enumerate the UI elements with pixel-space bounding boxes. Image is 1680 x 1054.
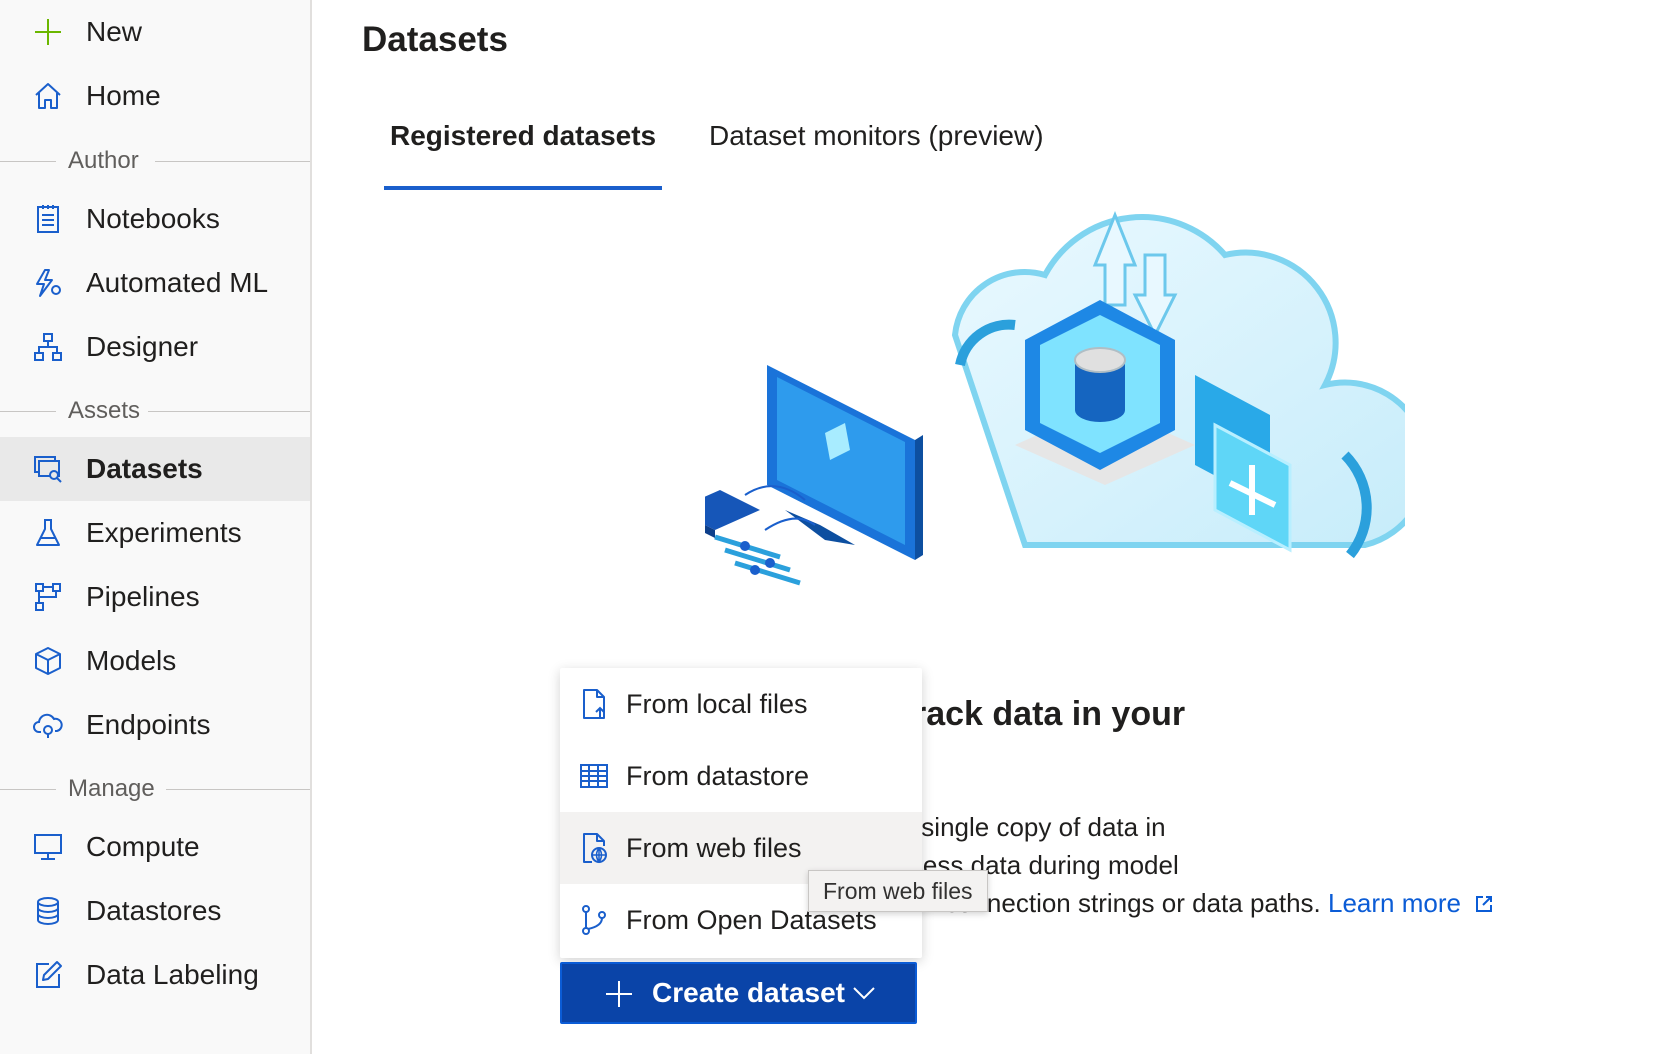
file-upload-icon [583, 689, 605, 719]
menu-item-label: From web files [626, 833, 802, 863]
section-divider [166, 789, 310, 790]
nav-models-label: Models [86, 645, 177, 676]
cube-icon [35, 647, 61, 675]
notebook-icon [37, 205, 59, 233]
branch-icon [582, 905, 606, 935]
section-divider [0, 411, 56, 412]
nav-pipelines[interactable]: Pipelines [0, 565, 310, 629]
nav-compute[interactable]: Compute [0, 815, 310, 879]
external-link-icon [1476, 896, 1493, 912]
nav-designer[interactable]: Designer [0, 315, 310, 379]
page-title: Datasets [362, 20, 508, 59]
learn-more-label: Learn more [1328, 888, 1461, 918]
left-nav-sidebar: New Home Author Notebooks Automated ML D… [0, 0, 312, 1054]
section-divider [155, 161, 310, 162]
nav-pipelines-label: Pipelines [86, 581, 200, 612]
datasets-hero-illustration [705, 210, 1405, 586]
web-file-icon [583, 833, 607, 864]
nav-experiments[interactable]: Experiments [0, 501, 310, 565]
table-icon [580, 764, 608, 788]
section-manage: Manage [0, 769, 310, 809]
nav-automated-ml[interactable]: Automated ML [0, 251, 310, 315]
tab-registered-datasets[interactable]: Registered datasets [384, 120, 663, 190]
active-tab-indicator [384, 186, 663, 190]
menu-item-label: From local files [626, 689, 808, 719]
nav-datastores[interactable]: Datastores [0, 879, 310, 943]
flask-icon [36, 519, 60, 546]
menu-item-label: From datastore [626, 761, 810, 791]
nav-datasets[interactable]: Datasets [0, 437, 310, 501]
monitor-icon [34, 834, 62, 860]
nav-experiments-label: Experiments [86, 517, 242, 548]
pipeline-icon [35, 583, 61, 611]
automl-icon [36, 269, 61, 297]
nav-endpoints-label: Endpoints [86, 709, 211, 740]
learn-more-link[interactable]: Learn more [1328, 888, 1494, 918]
nav-notebooks-label: Notebooks [86, 203, 220, 234]
section-manage-label: Manage [68, 775, 155, 802]
menu-item-from-local-files[interactable]: From local files [560, 668, 922, 740]
plus-icon [35, 19, 61, 45]
nav-data-labeling[interactable]: Data Labeling [0, 943, 310, 1007]
edit-label-icon [36, 961, 62, 988]
nav-new-label: New [86, 16, 143, 47]
section-divider [0, 161, 56, 162]
nav-notebooks[interactable]: Notebooks [0, 187, 310, 251]
nav-automated-ml-label: Automated ML [86, 267, 269, 298]
nav-home-label: Home [86, 80, 161, 111]
nav-new[interactable]: New [0, 0, 310, 64]
tab-registered-datasets-label: Registered datasets [390, 120, 657, 151]
nav-data-labeling-label: Data Labeling [86, 959, 259, 990]
tooltip: From web files [808, 870, 988, 912]
section-assets: Assets [0, 391, 310, 431]
home-icon [35, 83, 61, 109]
section-divider [0, 789, 56, 790]
menu-item-from-datastore[interactable]: From datastore [560, 740, 922, 812]
section-assets-label: Assets [68, 397, 141, 424]
section-divider [148, 411, 310, 412]
nav-compute-label: Compute [86, 831, 200, 862]
section-author: Author [0, 141, 310, 181]
nav-datastores-label: Datastores [86, 895, 222, 926]
dataset-icon [34, 456, 62, 483]
chevron-down-icon [853, 987, 875, 1000]
create-dataset-button[interactable]: Create dataset [560, 962, 917, 1024]
nav-datasets-label: Datasets [86, 453, 203, 484]
plus-icon [606, 981, 632, 1007]
nav-designer-label: Designer [86, 331, 199, 362]
nav-endpoints[interactable]: Endpoints [0, 693, 310, 757]
nav-models[interactable]: Models [0, 629, 310, 693]
tab-dataset-monitors-label: Dataset monitors (preview) [709, 120, 1044, 151]
create-dataset-menu: From local files From datastore From web… [560, 668, 922, 958]
designer-icon [34, 333, 62, 361]
desc-line-text: connection strings or data paths. [945, 888, 1321, 918]
section-author-label: Author [68, 147, 139, 174]
create-dataset-label: Create dataset [652, 977, 845, 1008]
database-icon [37, 897, 59, 925]
endpoint-cloud-icon [33, 713, 63, 738]
nav-home[interactable]: Home [0, 64, 310, 128]
